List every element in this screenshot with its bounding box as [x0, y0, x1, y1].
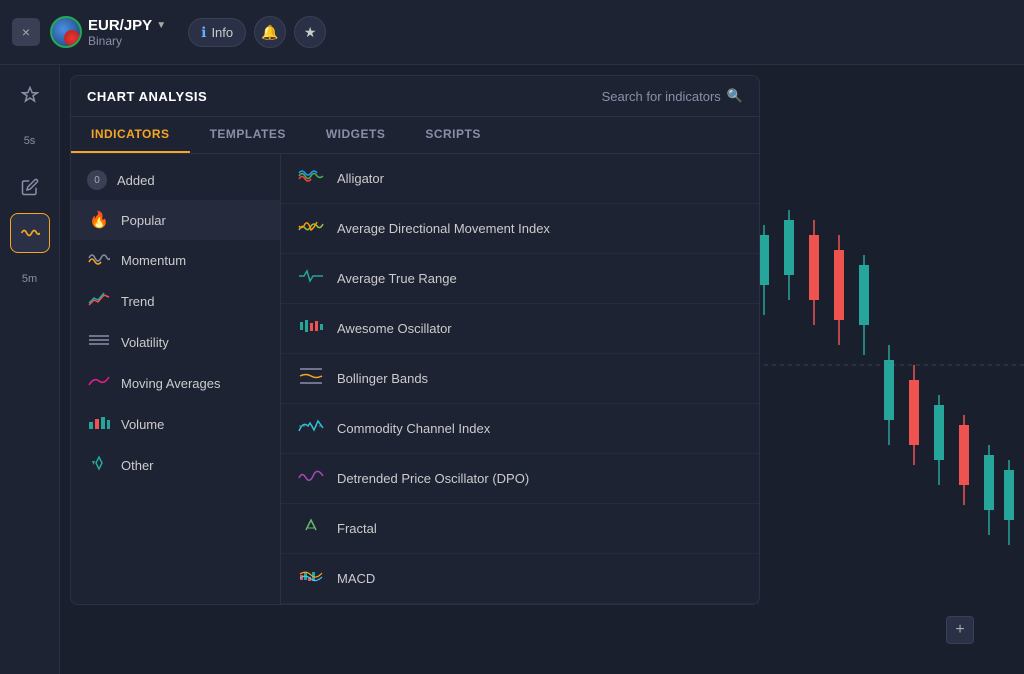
search-area[interactable]: Search for indicators 🔍	[602, 88, 743, 104]
volatility-icon	[87, 332, 111, 353]
indicators-list: Alligator Average Directional Movement I…	[281, 154, 759, 604]
left-sidebar: 5s 5m	[0, 65, 60, 674]
chart-analysis-panel: CHART ANALYSIS Search for indicators 🔍 I…	[70, 75, 760, 605]
indicator-macd[interactable]: MACD	[281, 554, 759, 604]
top-bar: × EUR/JPY ▼ Binary ℹ Info 🔔 ★	[0, 0, 1024, 65]
indicator-alligator[interactable]: Alligator	[281, 154, 759, 204]
category-added-label: Added	[117, 173, 155, 188]
zoom-plus-button[interactable]: +	[946, 616, 974, 644]
bell-button[interactable]: 🔔	[254, 16, 286, 48]
currency-type: Binary	[88, 34, 166, 48]
tab-indicators[interactable]: INDICATORS	[71, 117, 190, 153]
added-badge: 0	[87, 170, 107, 190]
info-label: Info	[211, 25, 233, 40]
search-icon: 🔍	[727, 88, 743, 104]
category-trend[interactable]: Trend	[71, 281, 280, 322]
category-volatility-label: Volatility	[121, 335, 169, 350]
categories-list: 0 Added 🔥 Popular Momentum	[71, 154, 281, 604]
currency-selector[interactable]: EUR/JPY ▼ Binary	[50, 16, 166, 48]
category-volatility[interactable]: Volatility	[71, 322, 280, 363]
category-momentum[interactable]: Momentum	[71, 240, 280, 281]
ao-icon	[297, 316, 325, 341]
category-volume[interactable]: Volume	[71, 404, 280, 445]
category-popular[interactable]: 🔥 Popular	[71, 200, 280, 240]
indicator-fractal-label: Fractal	[337, 521, 377, 536]
category-volume-label: Volume	[121, 417, 164, 432]
currency-info: EUR/JPY ▼ Binary	[88, 17, 166, 48]
category-other-label: Other	[121, 458, 154, 473]
indicator-bb[interactable]: Bollinger Bands	[281, 354, 759, 404]
indicator-admi[interactable]: Average Directional Movement Index	[281, 204, 759, 254]
star-button[interactable]: ★	[294, 16, 326, 48]
fire-icon: 🔥	[87, 210, 111, 230]
indicator-cci[interactable]: Commodity Channel Index	[281, 404, 759, 454]
indicator-bb-label: Bollinger Bands	[337, 371, 428, 386]
indicator-ao[interactable]: Awesome Oscillator	[281, 304, 759, 354]
volume-icon	[87, 414, 111, 435]
atr-icon	[297, 266, 325, 291]
top-actions: ℹ Info 🔔 ★	[188, 16, 326, 48]
trend-icon	[87, 291, 111, 312]
panel-header: CHART ANALYSIS Search for indicators 🔍	[71, 76, 759, 117]
category-ma-label: Moving Averages	[121, 376, 221, 391]
bell-icon: 🔔	[261, 24, 278, 41]
panel-title: CHART ANALYSIS	[87, 89, 207, 104]
indicator-dpo[interactable]: Detrended Price Oscillator (DPO)	[281, 454, 759, 504]
info-button[interactable]: ℹ Info	[188, 18, 246, 47]
category-other[interactable]: Other	[71, 445, 280, 486]
currency-flag	[50, 16, 82, 48]
cci-icon	[297, 416, 325, 441]
indicator-admi-label: Average Directional Movement Index	[337, 221, 550, 236]
indicator-cci-label: Commodity Channel Index	[337, 421, 490, 436]
indicator-fractal[interactable]: Fractal	[281, 504, 759, 554]
dpo-icon	[297, 466, 325, 491]
5m-button[interactable]: 5m	[10, 259, 50, 299]
category-momentum-label: Momentum	[121, 253, 186, 268]
fractal-icon	[297, 516, 325, 541]
wave-tool[interactable]	[10, 213, 50, 253]
tab-templates[interactable]: TEMPLATES	[190, 117, 306, 153]
currency-pair[interactable]: EUR/JPY ▼	[88, 17, 166, 34]
currency-pair-text: EUR/JPY	[88, 17, 152, 34]
panel-tabs: INDICATORS TEMPLATES WIDGETS SCRIPTS	[71, 117, 759, 154]
indicator-ao-label: Awesome Oscillator	[337, 321, 452, 336]
chevron-down-icon: ▼	[156, 20, 166, 31]
indicator-atr-label: Average True Range	[337, 271, 457, 286]
info-icon: ℹ	[201, 24, 206, 41]
star-icon: ★	[304, 24, 317, 41]
panel-body: 0 Added 🔥 Popular Momentum	[71, 154, 759, 604]
bb-icon	[297, 366, 325, 391]
indicator-atr[interactable]: Average True Range	[281, 254, 759, 304]
chart-area: + CHART ANALYSIS Search for indicators 🔍…	[60, 65, 1024, 674]
other-icon	[87, 455, 111, 476]
category-popular-label: Popular	[121, 213, 166, 228]
category-moving-averages[interactable]: Moving Averages	[71, 363, 280, 404]
category-added[interactable]: 0 Added	[71, 160, 280, 200]
5s-button[interactable]: 5s	[10, 121, 50, 161]
indicator-alligator-label: Alligator	[337, 171, 384, 186]
macd-icon	[297, 566, 325, 591]
5s-label: 5s	[24, 135, 36, 147]
indicator-macd-label: MACD	[337, 571, 375, 586]
edit-tool[interactable]	[10, 167, 50, 207]
ma-icon	[87, 373, 111, 394]
momentum-icon	[87, 250, 111, 271]
search-placeholder: Search for indicators	[602, 89, 721, 104]
tab-widgets[interactable]: WIDGETS	[306, 117, 406, 153]
5m-label: 5m	[22, 273, 37, 285]
alligator-icon	[297, 166, 325, 191]
pin-tool[interactable]	[10, 75, 50, 115]
close-button[interactable]: ×	[12, 18, 40, 46]
tab-scripts[interactable]: SCRIPTS	[405, 117, 501, 153]
admi-icon	[297, 216, 325, 241]
indicator-dpo-label: Detrended Price Oscillator (DPO)	[337, 471, 529, 486]
category-trend-label: Trend	[121, 294, 154, 309]
